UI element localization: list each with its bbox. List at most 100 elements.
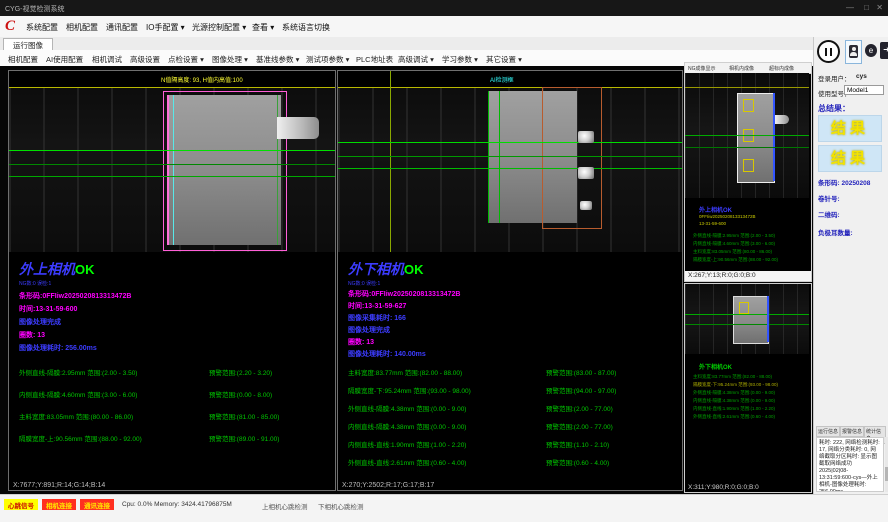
menu-io-config[interactable]: IO手配置 ▾	[146, 22, 185, 33]
pause-button[interactable]	[817, 40, 840, 63]
tool-advanced-setup[interactable]: 高级设置	[130, 54, 160, 65]
mini-measure: 主料宽度:83.05mm 范围:(80.00 - 86.00)	[693, 249, 772, 255]
elapsed-line: 图像处理耗时: 256.00ms	[19, 341, 97, 356]
tool-camera-config[interactable]: 相机配置	[8, 54, 38, 65]
reflection-spot	[578, 131, 594, 143]
run-log-text[interactable]: 耗时: 222, 网络检测耗时: 17, 网络分类耗时: 0, 网络截取分区耗时…	[816, 437, 884, 492]
qr-code-field: 二维码:	[818, 209, 840, 219]
tab-alarm-log[interactable]: 报警信息	[840, 426, 864, 437]
measurement-warn: 预警范围:(83.00 - 87.00)	[546, 367, 616, 377]
mini-camera-image[interactable]	[685, 284, 809, 354]
tool-image-process[interactable]: 图像处理 ▾	[212, 54, 248, 65]
ng-box-marker	[739, 302, 749, 314]
measurement-row: 外侧直线-隔膜:2.95mm 范围:(2.00 - 3.50)	[19, 367, 137, 377]
tab-camera-image[interactable]: 相机内成像	[729, 65, 754, 72]
ai-detect-frame-orange	[542, 87, 602, 229]
menu-system-config[interactable]: 系统配置	[26, 22, 58, 33]
measure-line-1	[9, 150, 335, 151]
ng-image-panel-bottom[interactable]: 外下相机OK 主料宽度:83.77mm 范围:(82.00 - 88.00) 隔…	[684, 283, 812, 493]
measurement-row: 主料宽度:83.77mm 范围:(82.00 - 88.00)	[348, 367, 462, 377]
measure-line-2	[9, 164, 335, 165]
ng-image-panel-top[interactable]: NG成像显示 相机内成像 超标内成像 外上相机OK 0FFIiw20250208…	[684, 62, 812, 282]
camera-view-lower[interactable]: AI检测框 外下相机OK NG数:0 误检:1 条形码:0FFIiw202502…	[337, 70, 683, 491]
measurement-warn: 预警范围:(2.00 - 77.00)	[546, 403, 613, 413]
camera-image-upper[interactable]: N值隔高度: 93, H值内高值:100	[9, 71, 335, 252]
mini-time: 13-31-59-600	[699, 221, 726, 226]
total-result-label: 总结果：	[818, 103, 850, 114]
heartbeat-status-badge: 心跳信号	[4, 499, 38, 510]
mini-barcode: 0FFIiw2025020813313472B	[699, 214, 756, 219]
tab-overlimit-image[interactable]: 超标内成像	[769, 65, 794, 72]
measurement-warn: 预警范围:(81.00 - 85.00)	[209, 411, 279, 421]
tool-camera-debug[interactable]: 相机调试	[92, 54, 122, 65]
elapsed-line: 图像处理耗时: 140.00ms	[348, 347, 426, 362]
mini-measure: 内侧直线-隔膜:4.38mm 范围:(0.00 - 9.00)	[693, 398, 775, 404]
measurement-row: 外侧直线-隔膜:4.38mm 范围:(0.00 - 9.00)	[348, 403, 466, 413]
control-sidebar: e ➜ 登录用户： cys 使用型号： 总结果： 结果 结果 条形码: 2025…	[813, 37, 888, 494]
tool-ai-config[interactable]: AI使用配置	[46, 54, 83, 65]
battery-cell-block	[167, 95, 281, 245]
window-title: CYG-视觉检测系统	[5, 4, 65, 14]
camera-image-lower[interactable]: AI检测框	[338, 71, 682, 252]
tool-spot-check[interactable]: 点检设置 ▾	[168, 54, 204, 65]
mini-measure-highlight: 隔膜宽度-下:95.24mm 范围:(93.00 - 98.00)	[693, 382, 778, 388]
user-icon	[849, 45, 858, 58]
tool-test-params[interactable]: 测试项参数 ▾	[306, 54, 349, 65]
mini-measure: 隔膜宽度-上:90.56mm 范围:(88.00 - 92.00)	[693, 257, 778, 263]
reflection-spot	[578, 167, 594, 179]
menu-camera-config[interactable]: 相机配置	[66, 22, 98, 33]
edge-line-blue	[767, 296, 769, 342]
tool-advanced-debug[interactable]: 高级调试 ▾	[398, 54, 434, 65]
edge-line-green	[488, 91, 489, 223]
measure-line-2	[338, 156, 682, 157]
edge-line-green	[499, 91, 500, 223]
menu-light-config[interactable]: 光源控制配置 ▾	[192, 22, 246, 33]
camera-view-upper[interactable]: N值隔高度: 93, H值内高值:100 外上相机OK NG数:0 误检:1 条…	[8, 70, 336, 491]
menu-bar: C 系统配置 相机配置 通讯配置 IO手配置 ▾ 光源控制配置 ▾ 查看 ▾ 系…	[0, 16, 888, 38]
measurement-warn: 预警范围:(2.20 - 3.20)	[209, 367, 272, 377]
measurement-warn: 预警范围:(0.60 - 4.00)	[546, 457, 609, 467]
maximize-button[interactable]: □	[864, 3, 869, 12]
measurement-row: 内侧直线-隔膜:4.38mm 范围:(0.00 - 9.00)	[348, 421, 466, 431]
measure-line	[685, 147, 809, 148]
brand-logo-icon: C	[5, 19, 20, 34]
pixel-coords-readout: X:270;Y:2502;R:17;G:17;B:17	[342, 482, 434, 489]
ai-box-label: AI检测框	[490, 75, 514, 84]
measure-line	[685, 324, 809, 325]
exit-button[interactable]: ➜	[880, 42, 888, 59]
menu-comm-config[interactable]: 通讯配置	[106, 22, 138, 33]
app-window: CYG-视觉检测系统 — □ ✕ C 系统配置 相机配置 通讯配置 IO手配置 …	[0, 0, 888, 522]
mini-camera-image[interactable]	[685, 73, 809, 198]
info-button[interactable]: e	[865, 44, 877, 57]
menu-view[interactable]: 查看 ▾	[252, 22, 274, 33]
mini-result-title: 外下相机OK	[699, 362, 732, 371]
mini-measure: 主料宽度:83.77mm 范围:(82.00 - 88.00)	[693, 374, 772, 380]
tab-ng-display[interactable]: NG成像显示	[688, 65, 716, 72]
ng-box-marker	[743, 99, 754, 112]
menu-language-switch[interactable]: 系统语言切换	[282, 22, 330, 33]
tab-run-log[interactable]: 运行信息	[816, 426, 840, 437]
login-user-value: cys	[856, 73, 867, 80]
tool-other-settings[interactable]: 其它设置 ▾	[486, 54, 522, 65]
measure-line-3	[9, 176, 335, 177]
measurement-warn: 预警范围:(1.10 - 2.10)	[546, 439, 609, 449]
ng-box-marker	[743, 159, 754, 172]
cpu-memory-readout: Cpu: 0.0% Memory: 3424.41796875M	[122, 501, 232, 508]
close-button[interactable]: ✕	[876, 3, 883, 12]
log-tab-strip: 运行信息 报警信息 统计信息	[816, 426, 886, 436]
mini-result-title: 外上相机OK	[699, 205, 732, 214]
reflection-spot	[580, 201, 592, 210]
minimize-button[interactable]: —	[846, 3, 854, 12]
tool-learn-params[interactable]: 学习参数 ▾	[442, 54, 478, 65]
lower-camera-heartbeat: 下相机心跳检测	[318, 501, 364, 511]
measurement-row: 外侧直线-直线:2.61mm 范围:(0.60 - 4.00)	[348, 457, 466, 467]
camera-link-status-badge: 相机连接	[42, 499, 76, 510]
model-select[interactable]	[844, 85, 884, 95]
tool-baseline-params[interactable]: 基准线参数 ▾	[256, 54, 299, 65]
measurement-row: 主料宽度:83.05mm 范围:(80.00 - 86.00)	[19, 411, 133, 421]
title-bar: CYG-视觉检测系统 — □ ✕	[0, 0, 888, 16]
tool-plc-table[interactable]: PLC地址表	[356, 54, 393, 65]
user-login-button[interactable]	[845, 40, 862, 64]
measurement-row: 隔膜宽度-下:95.24mm 范围:(93.00 - 98.00)	[348, 385, 471, 395]
pixel-coords-readout: X:267;Y:13;R:0;G:0;B:0	[685, 271, 811, 281]
